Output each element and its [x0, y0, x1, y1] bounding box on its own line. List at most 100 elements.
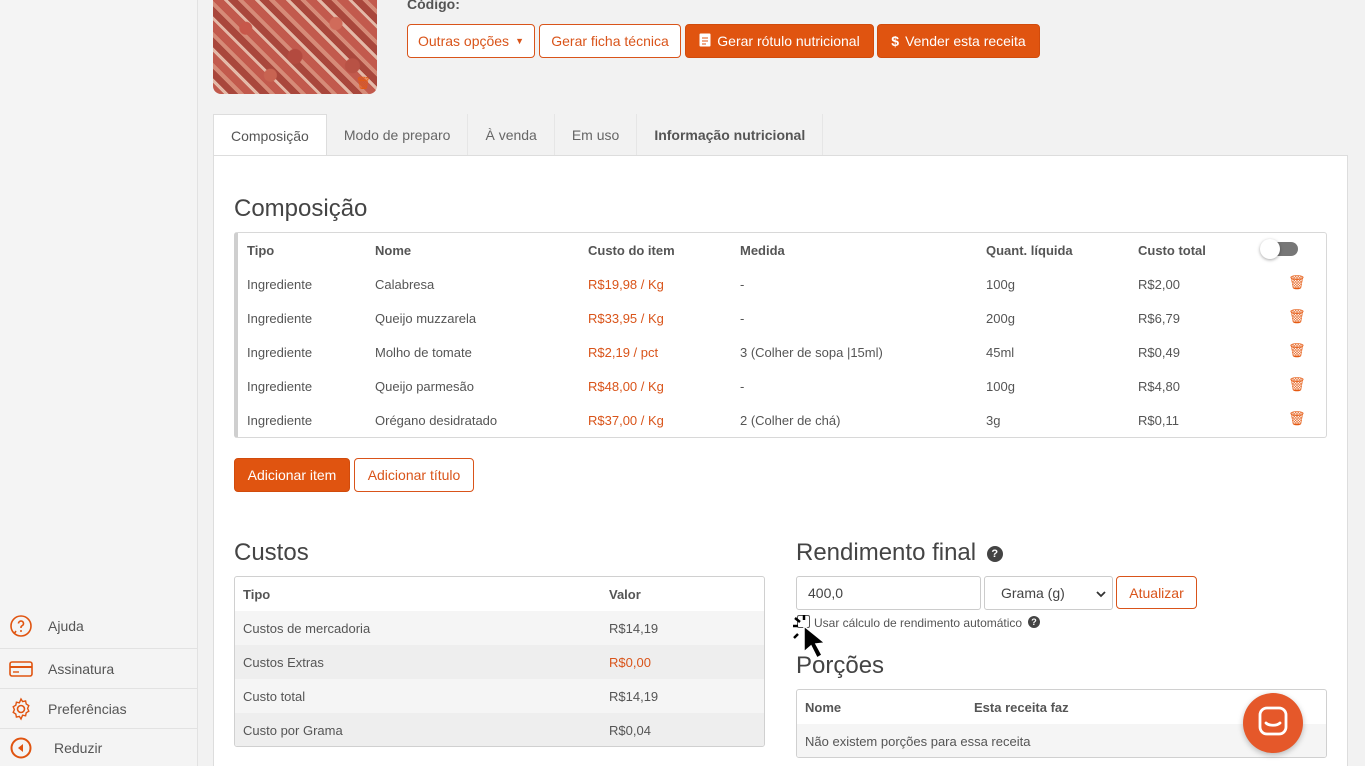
cell-quant: 200g [986, 311, 1015, 326]
composicao-table: Tipo Nome Custo do item Medida Quant. lí… [234, 232, 1327, 438]
trash-icon[interactable]: 🗑 [1288, 376, 1306, 393]
table-row: Ingrediente Orégano desidratado R$37,00 … [238, 403, 1326, 437]
adicionar-titulo-button[interactable]: Adicionar título [354, 458, 474, 492]
atualizar-button[interactable]: Atualizar [1116, 576, 1197, 609]
cell-valor: R$14,19 [609, 689, 659, 704]
trash-icon[interactable]: 🗑 [1288, 274, 1306, 291]
adicionar-item-button[interactable]: Adicionar item [234, 458, 350, 492]
cell-nome: Calabresa [375, 277, 435, 292]
unit-select[interactable]: Grama (g) [984, 576, 1113, 610]
cell-custo-link[interactable]: R$37,00 / Kg [588, 413, 664, 428]
rendimento-input[interactable]: 400,0 [796, 576, 981, 610]
trash-icon[interactable]: 🗑 [1288, 410, 1306, 427]
cell-nome: Molho de tomate [375, 345, 472, 360]
table-row: Ingrediente Queijo parmesão R$48,00 / Kg… [238, 369, 1326, 403]
cell-tipo: Ingrediente [247, 311, 313, 326]
col-valor: Valor [609, 587, 641, 602]
custos-table: Tipo Valor Custos de mercadoria R$14,19 … [234, 576, 765, 747]
chat-button[interactable] [1243, 693, 1303, 753]
cell-nome: Queijo parmesão [375, 379, 474, 394]
empty-message: Não existem porções para essa receita [805, 734, 1031, 749]
outras-opcoes-button[interactable]: Outras opções ▼ [407, 24, 535, 58]
vender-receita-button[interactable]: $ Vender esta receita [877, 24, 1040, 58]
custos-title: Custos [234, 539, 309, 566]
cell-total: R$0,11 [1138, 413, 1179, 428]
col-medida: Medida [740, 243, 785, 258]
cell-valor-link[interactable]: R$0,00 [609, 655, 651, 670]
document-icon [699, 33, 711, 50]
sidebar-item-assinatura[interactable]: Assinatura [0, 648, 197, 688]
table-row: Ingrediente Queijo muzzarela R$33,95 / K… [238, 301, 1326, 335]
cell-medida: - [740, 311, 745, 326]
dollar-icon: $ [891, 33, 900, 49]
composicao-title: Composição [234, 195, 368, 222]
cell-quant: 100g [986, 379, 1015, 394]
table-row: Custos Extras R$0,00 [235, 645, 764, 679]
cell-tipo: Custo por Grama [243, 723, 343, 738]
cell-medida: - [740, 379, 745, 394]
table-row: Custos de mercadoria R$14,19 [235, 611, 764, 645]
help-icon[interactable]: ? [986, 545, 1003, 562]
trash-icon[interactable]: 🗑 [1288, 308, 1306, 325]
unit-select-value: Grama (g) [1001, 585, 1065, 601]
cell-total: R$2,00 [1138, 277, 1180, 292]
collapse-arrow-icon [8, 735, 34, 761]
cell-tipo: Ingrediente [247, 277, 313, 292]
table-header: Tipo Valor [235, 577, 764, 611]
tab-informacao-nutricional[interactable]: Informação nutricional [637, 114, 824, 156]
sidebar-item-label: Preferências [48, 700, 127, 717]
col-tipo: Tipo [243, 587, 271, 602]
rendimento-title-text: Rendimento final [796, 539, 977, 566]
auto-rendimento-label: Usar cálculo de rendimento automático [814, 616, 1023, 630]
cell-custo-link[interactable]: R$33,95 / Kg [588, 311, 664, 326]
help-circle-icon [8, 613, 34, 639]
mouse-cursor-icon [790, 614, 840, 666]
cell-tipo: Ingrediente [247, 413, 313, 428]
recipe-image[interactable]: 🗑 [213, 0, 377, 94]
cell-medida: 2 (Colher de chá) [740, 413, 841, 428]
tab-bar: Composição Modo de preparo À venda Em us… [213, 114, 824, 156]
tab-modo-de-preparo[interactable]: Modo de preparo [326, 114, 469, 156]
sidebar-item-label: Ajuda [48, 618, 84, 634]
credit-card-icon [8, 656, 34, 682]
col-esta-receita-faz: Esta receita faz [974, 700, 1069, 715]
vender-receita-label: Vender esta receita [905, 33, 1026, 49]
cell-custo-link[interactable]: R$48,00 / Kg [588, 379, 664, 394]
sidebar-item-reduzir[interactable]: Reduzir [0, 728, 197, 766]
col-quant-liquida: Quant. líquida [986, 243, 1073, 258]
table-row: Ingrediente Calabresa R$19,98 / Kg - 100… [238, 267, 1326, 301]
adicionar-item-label: Adicionar item [247, 467, 337, 483]
col-custo-total: Custo total [1138, 243, 1206, 258]
gear-icon [8, 696, 34, 722]
gerar-rotulo-button[interactable]: Gerar rótulo nutricional [685, 24, 874, 58]
caret-down-icon: ▼ [515, 36, 524, 46]
cell-total: R$4,80 [1138, 379, 1180, 394]
cell-tipo: Ingrediente [247, 345, 313, 360]
show-toggle[interactable] [1260, 239, 1298, 259]
cell-total: R$6,79 [1138, 311, 1180, 326]
cell-quant: 100g [986, 277, 1015, 292]
trash-icon[interactable]: 🗑 [1288, 342, 1306, 359]
sidebar-item-preferencias[interactable]: Preferências [0, 688, 197, 728]
cell-tipo: Custo total [243, 689, 306, 704]
gerar-rotulo-label: Gerar rótulo nutricional [717, 33, 860, 49]
cell-medida: 3 (Colher de sopa |15ml) [740, 345, 883, 360]
tab-composicao[interactable]: Composição [213, 114, 327, 156]
chat-icon [1258, 706, 1288, 741]
tab-em-uso[interactable]: Em uso [554, 114, 638, 156]
cell-valor: R$0,04 [609, 723, 651, 738]
rendimento-title: Rendimento final ? [796, 539, 1003, 567]
gerar-ficha-button[interactable]: Gerar ficha técnica [539, 24, 681, 58]
tab-a-venda[interactable]: À venda [468, 114, 555, 156]
table-row: Ingrediente Molho de tomate R$2,19 / pct… [238, 335, 1326, 369]
sidebar: Ajuda Assinatura Preferências Reduzir [0, 0, 198, 766]
cell-tipo: Custos de mercadoria [243, 621, 371, 636]
table-row: Custo total R$14,19 [235, 679, 764, 713]
sidebar-item-ajuda[interactable]: Ajuda [0, 606, 197, 646]
cell-custo-link[interactable]: R$2,19 / pct [588, 345, 658, 360]
col-custo-item: Custo do item [588, 243, 675, 258]
help-icon[interactable]: ? [1028, 616, 1040, 628]
col-nome: Nome [375, 243, 412, 258]
cell-custo-link[interactable]: R$19,98 / Kg [588, 277, 664, 292]
trash-icon[interactable]: 🗑 [356, 76, 371, 90]
